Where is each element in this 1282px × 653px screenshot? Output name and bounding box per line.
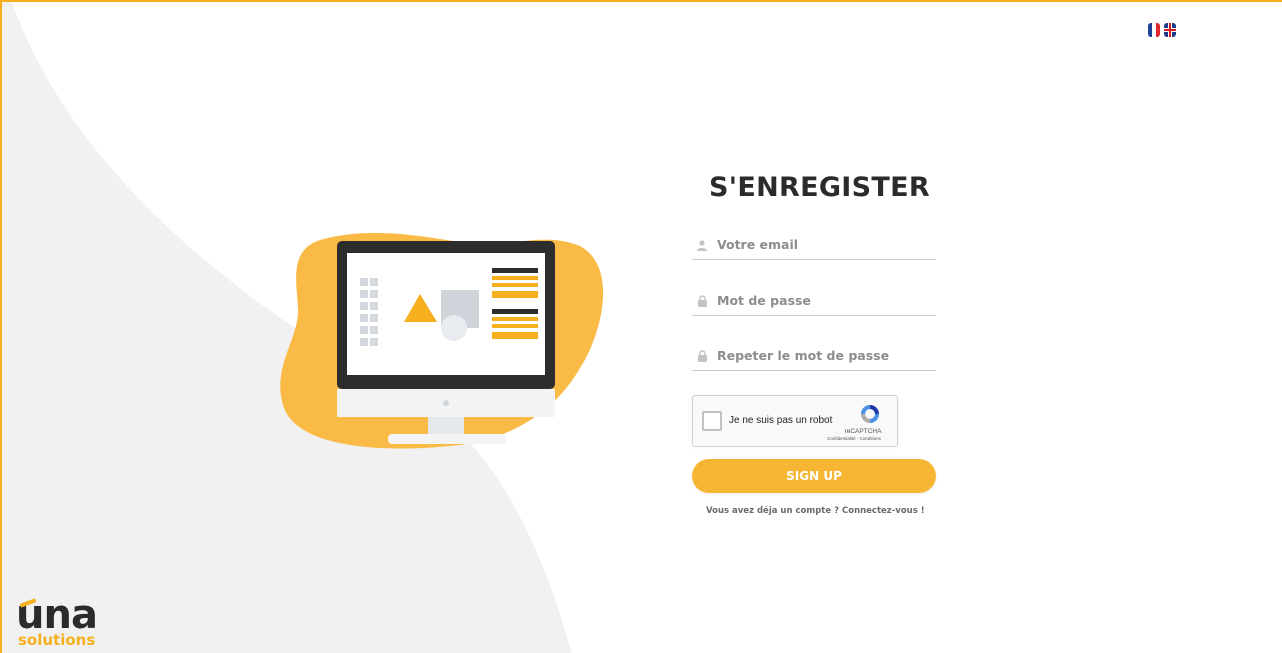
email-input[interactable]	[717, 237, 927, 252]
password-field	[692, 286, 936, 316]
recaptcha-label: Je ne suis pas un robot	[729, 415, 833, 426]
signup-form: S'ENREGISTER Je ne suis pas un robot	[692, 172, 937, 516]
company-logo: una solutions	[16, 595, 98, 649]
email-field	[692, 230, 936, 260]
repeat-password-field	[692, 341, 936, 371]
recaptcha-terms-link[interactable]: Confidentialité - Conditions	[811, 436, 897, 441]
lock-icon	[695, 349, 709, 363]
signin-link[interactable]: Vous avez déja un compte ? Connectez-vou…	[706, 506, 946, 516]
flag-uk-icon[interactable]	[1164, 23, 1176, 37]
page-frame: S'ENREGISTER Je ne suis pas un robot	[0, 0, 1282, 653]
logo-subtitle: solutions	[18, 631, 96, 649]
user-icon	[695, 238, 709, 252]
lock-icon	[695, 294, 709, 308]
password-input[interactable]	[717, 293, 927, 308]
recaptcha-brand: reCAPTCHA	[844, 428, 882, 435]
flag-fr-icon[interactable]	[1148, 23, 1160, 37]
background-curve	[2, 2, 572, 653]
recaptcha-widget: Je ne suis pas un robot reCAPTCHA Confid…	[692, 395, 898, 447]
recaptcha-checkbox[interactable]	[702, 411, 722, 431]
repeat-password-input[interactable]	[717, 348, 927, 363]
signup-button[interactable]: SIGN UP	[692, 459, 936, 493]
language-switcher	[1148, 23, 1176, 37]
computer-illustration	[280, 232, 604, 449]
recaptcha-icon	[861, 405, 879, 423]
page-title: S'ENREGISTER	[709, 172, 930, 203]
